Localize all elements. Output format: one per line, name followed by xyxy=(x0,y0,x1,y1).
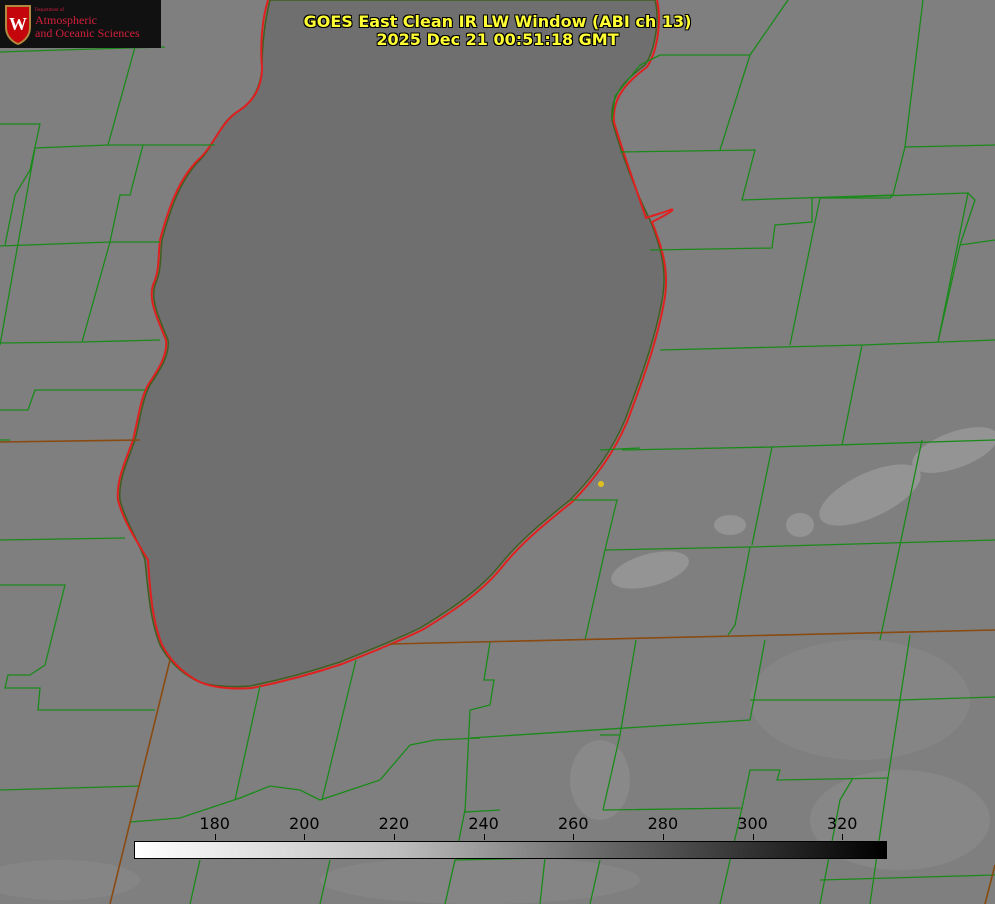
colorbar-tick-label: 240 xyxy=(468,814,499,833)
colorbar-tick-mark xyxy=(483,834,485,840)
colorbar-ticks: 180 200 220 240 260 280 300 320 xyxy=(134,814,887,840)
colorbar-tick-label: 260 xyxy=(557,814,589,833)
colorbar-tick-label: 220 xyxy=(378,814,410,833)
image-title: GOES East Clean IR LW Window (ABI ch 13) xyxy=(303,12,692,31)
colorbar-tick-mark xyxy=(304,834,306,840)
colorbar-tick-mark xyxy=(752,834,754,840)
map-layer xyxy=(0,0,995,904)
colorbar-tick-label: 320 xyxy=(826,814,858,833)
colorbar-tick-mark xyxy=(214,834,216,840)
colorbar-tick-label: 280 xyxy=(647,814,679,833)
image-timestamp: 2025 Dec 21 00:51:18 GMT xyxy=(376,30,619,49)
location-marker xyxy=(598,481,604,487)
colorbar-tick-label: 180 xyxy=(199,814,230,833)
colorbar-tick-label: 300 xyxy=(737,814,768,833)
colorbar-tick-mark xyxy=(842,834,844,840)
satellite-map: W Department of Atmospheric and Oceanic … xyxy=(0,0,995,904)
colorbar-tick-label: 200 xyxy=(289,814,320,833)
colorbar-tick-mark xyxy=(393,834,395,840)
colorbar xyxy=(134,841,887,859)
colorbar-tick-mark xyxy=(662,834,664,840)
colorbar-tick-mark xyxy=(573,834,575,840)
